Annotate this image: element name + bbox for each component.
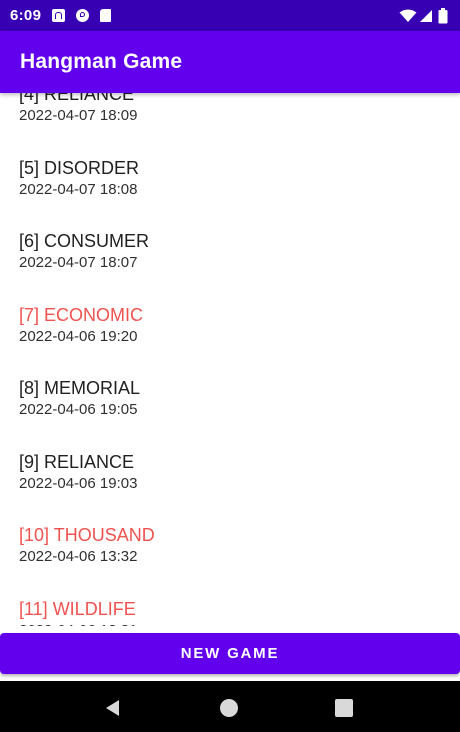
play-icon (76, 9, 90, 22)
status-bar: 6:09 (0, 0, 460, 31)
game-date: 2022-04-06 13:32 (19, 548, 138, 565)
list-item[interactable]: [7] ECONOMIC 2022-04-06 19:20 (0, 294, 460, 368)
battery-icon (438, 7, 448, 23)
game-word: [6] CONSUMER (19, 231, 150, 251)
list-item[interactable]: [5] DISORDER 2022-04-07 18:08 (0, 147, 460, 221)
game-word: [9] RELIANCE (19, 451, 135, 472)
game-word: [7] ECONOMIC (19, 304, 144, 325)
back-icon[interactable] (103, 698, 123, 718)
status-time: 6:09 (10, 7, 42, 24)
app-title: Hangman Game (20, 50, 183, 73)
list-item[interactable]: [9] RELIANCE 2022-04-06 19:03 (0, 441, 460, 515)
game-date: 2022-04-06 13:31 (19, 621, 460, 627)
screen: 6:09 Hangman Game [4] RELIANCE 2022-04-07… (0, 0, 460, 732)
signal-icon (420, 9, 432, 22)
game-list: [4] RELIANCE 2022-04-07 18:09 [5] DISORDER… (0, 93, 460, 626)
game-date: 2022-04-06 19:03 (19, 474, 138, 492)
game-word: [5] DISORDER (19, 157, 140, 178)
list-item[interactable]: [11] WILDLIFE 2022-04-06 13:31 (0, 588, 460, 627)
list-item[interactable]: [4] RELIANCE 2022-04-07 18:09 (0, 93, 460, 147)
wifi-icon (399, 9, 417, 22)
app-bar: Hangman Game (0, 31, 460, 93)
game-history-list[interactable]: [4] RELIANCE 2022-04-07 18:09 [5] DISORDER… (0, 93, 460, 626)
game-date: 2022-04-06 19:05 (19, 401, 138, 418)
game-date: 2022-04-06 19:20 (19, 327, 138, 345)
game-date: 2022-04-07 18:07 (19, 254, 138, 271)
new-game-button[interactable]: NEW GAME (0, 633, 460, 674)
game-date: 2022-04-07 18:08 (19, 180, 138, 198)
list-item[interactable]: [6] CONSUMER 2022-04-07 18:07 (0, 220, 460, 294)
sd-card-icon (100, 9, 112, 22)
status-right (399, 0, 448, 31)
list-item[interactable]: [8] MEMORIAL 2022-04-06 19:05 (0, 367, 460, 441)
game-date: 2022-04-07 18:09 (19, 107, 138, 124)
game-word: [4] RELIANCE (19, 93, 135, 104)
list-item[interactable]: [10] THOUSAND 2022-04-06 13:32 (0, 514, 460, 588)
a-icon (52, 9, 66, 22)
home-icon[interactable] (219, 698, 239, 718)
recents-icon[interactable] (334, 698, 354, 718)
game-word: [11] WILDLIFE (19, 598, 136, 619)
game-word: [10] THOUSAND (19, 525, 155, 545)
nav-bar (0, 681, 460, 732)
game-word: [8] MEMORIAL (19, 378, 141, 398)
